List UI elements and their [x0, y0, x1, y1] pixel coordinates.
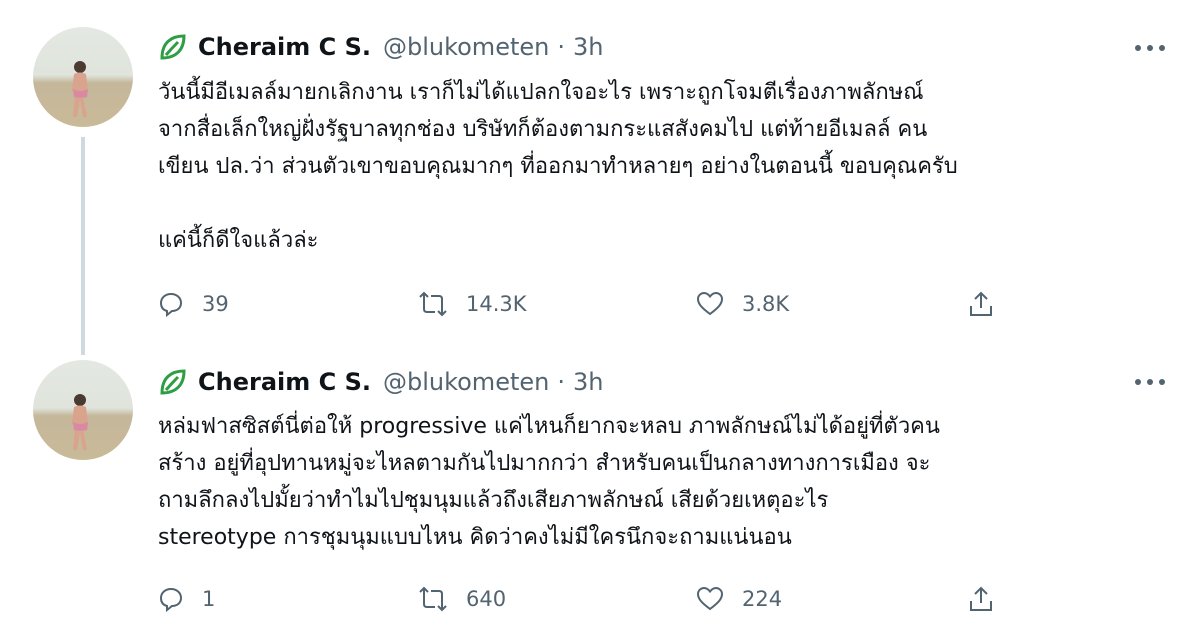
- tweet-text: วันนี้มีอีเมลล์มายกเลิกงาน เราก็ไม่ได้แป…: [158, 74, 1168, 259]
- author-name[interactable]: Cheraim C S.: [198, 368, 371, 396]
- tweet-text: หล่มฟาสซิสต์นี่ต่อให้ progressive แค่ไหน…: [158, 408, 1168, 556]
- avatar-photo: [72, 394, 88, 450]
- tweet[interactable]: Cheraim C S. @blukometen · 3h หล่มฟาสซิส…: [0, 355, 1200, 641]
- tweet-header: Cheraim C S. @blukometen · 3h: [158, 362, 603, 402]
- timestamp[interactable]: 3h: [573, 368, 603, 396]
- share-button[interactable]: [968, 581, 994, 617]
- retweet-icon: [419, 291, 447, 317]
- like-count: 224: [742, 587, 783, 611]
- tweet-text-line: เขียน ปล.ว่า ส่วนตัวเขาขอบคุณมากๆ ที่ออก…: [158, 154, 958, 179]
- tweet-actions: 39 14.3K 3.8K: [158, 286, 1018, 322]
- author-handle[interactable]: @blukometen: [383, 368, 549, 396]
- more-dots-icon: [1135, 45, 1165, 51]
- reply-button[interactable]: 39: [158, 286, 229, 322]
- heart-icon: [696, 291, 724, 316]
- like-count: 3.8K: [742, 292, 790, 316]
- avatar[interactable]: [33, 27, 133, 127]
- reply-button[interactable]: 1: [158, 581, 215, 617]
- author-handle[interactable]: @blukometen: [383, 33, 549, 61]
- like-button[interactable]: 224: [696, 581, 782, 617]
- tweet-actions: 1 640 224: [158, 581, 1018, 617]
- reply-count: 39: [202, 292, 229, 316]
- retweet-button[interactable]: 640: [418, 581, 506, 617]
- timestamp[interactable]: 3h: [573, 33, 603, 61]
- tweet-thread: Cheraim C S. @blukometen · 3h วันนี้มีอี…: [0, 0, 1200, 641]
- reply-icon: [159, 292, 183, 317]
- share-button[interactable]: [968, 286, 994, 322]
- retweet-icon: [419, 586, 447, 612]
- heart-icon: [696, 586, 724, 611]
- tweet-text-line: stereotype การชุมนุมแบบไหน คิดว่าคงไม่มี…: [158, 525, 792, 550]
- thread-connector-line: [81, 137, 85, 355]
- separator-dot: ·: [557, 368, 565, 396]
- reply-count: 1: [202, 587, 216, 611]
- share-icon: [970, 586, 992, 611]
- leaf-badge-icon: [160, 369, 186, 395]
- tweet-text-line: จากสื่อเล็กใหญ่ฝั่งรัฐบาลทุกช่อง บริษัทก…: [158, 117, 928, 142]
- avatar-photo: [72, 61, 88, 117]
- tweet-text-line: แค่นี้ก็ดีใจแล้วล่ะ: [158, 228, 319, 253]
- share-icon: [970, 291, 992, 316]
- author-name[interactable]: Cheraim C S.: [198, 33, 371, 61]
- leaf-badge-icon: [160, 34, 186, 60]
- tweet[interactable]: Cheraim C S. @blukometen · 3h วันนี้มีอี…: [0, 0, 1200, 355]
- tweet-text-line: หล่มฟาสซิสต์นี่ต่อให้ progressive แค่ไหน…: [158, 414, 940, 439]
- avatar[interactable]: [33, 360, 133, 460]
- retweet-count: 640: [466, 587, 507, 611]
- more-button[interactable]: [1130, 367, 1170, 397]
- tweet-text-line: ถามลึกลงไปมั้ยว่าทำไมไปชุมนุมแล้วถึงเสีย…: [158, 488, 829, 513]
- reply-icon: [159, 587, 183, 612]
- separator-dot: ·: [557, 33, 565, 61]
- retweet-count: 14.3K: [466, 292, 527, 316]
- more-button[interactable]: [1130, 33, 1170, 63]
- tweet-header: Cheraim C S. @blukometen · 3h: [158, 27, 603, 67]
- tweet-text-line: สร้าง อยู่ที่อุปทานหมู่จะไหลตามกันไปมากก…: [158, 451, 931, 476]
- tweet-text-line: วันนี้มีอีเมลล์มายกเลิกงาน เราก็ไม่ได้แป…: [158, 80, 924, 105]
- like-button[interactable]: 3.8K: [696, 286, 789, 322]
- more-dots-icon: [1135, 379, 1165, 385]
- retweet-button[interactable]: 14.3K: [418, 286, 527, 322]
